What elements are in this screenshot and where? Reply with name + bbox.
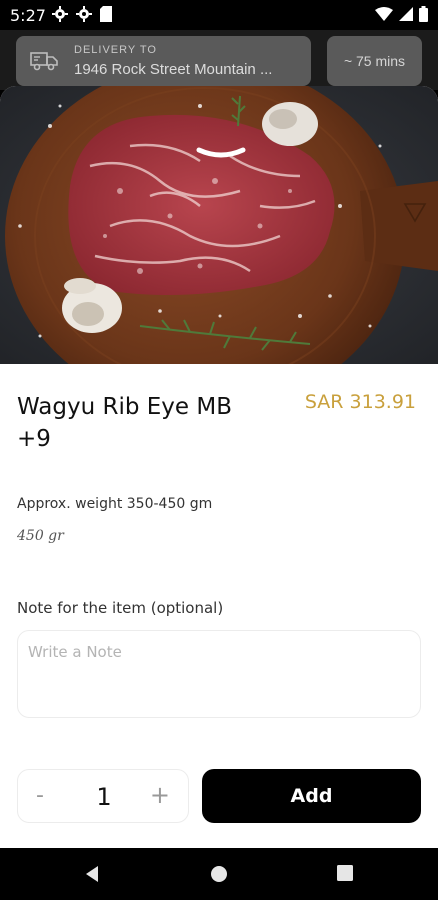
gear-icon xyxy=(52,6,68,22)
note-label: Note for the item (optional) xyxy=(17,599,224,617)
note-input[interactable] xyxy=(18,631,420,717)
decrement-button[interactable]: - xyxy=(36,784,44,808)
recents-icon[interactable] xyxy=(337,865,353,881)
gear-icon xyxy=(76,6,92,22)
wifi-icon xyxy=(375,7,393,21)
product-name: Wagyu Rib Eye MB +9 xyxy=(17,394,232,452)
navigation-bar xyxy=(0,848,438,900)
product-price: SAR 313.91 xyxy=(304,391,416,413)
status-bar: 5:27 xyxy=(0,0,438,30)
status-icons-left xyxy=(52,6,112,22)
truck-icon xyxy=(30,52,58,71)
weight-value: 450 gr xyxy=(17,528,64,544)
home-icon[interactable] xyxy=(210,865,228,883)
product-sheet xyxy=(0,86,438,848)
note-field[interactable] xyxy=(17,630,421,718)
delivery-label: DELIVERY TO xyxy=(74,44,157,56)
sd-card-icon xyxy=(100,6,112,22)
status-icons-right xyxy=(375,6,428,22)
delivery-location[interactable]: DELIVERY TO 1946 Rock Street Mountain ..… xyxy=(16,36,311,86)
quantity-value: 1 xyxy=(96,783,112,811)
product-image xyxy=(0,86,438,364)
signal-icon xyxy=(399,7,413,21)
drag-handle-icon[interactable] xyxy=(196,146,246,160)
back-icon[interactable] xyxy=(83,865,101,883)
status-time: 5:27 xyxy=(10,6,46,25)
approx-weight: Approx. weight 350-450 gm xyxy=(17,496,213,512)
quantity-stepper: - 1 + xyxy=(17,769,189,823)
battery-icon xyxy=(419,6,428,22)
eta-badge: ~ 75 mins xyxy=(327,36,422,86)
increment-button[interactable]: + xyxy=(150,782,170,808)
delivery-address: 1946 Rock Street Mountain ... xyxy=(74,61,273,78)
add-button[interactable]: Add xyxy=(202,769,421,823)
